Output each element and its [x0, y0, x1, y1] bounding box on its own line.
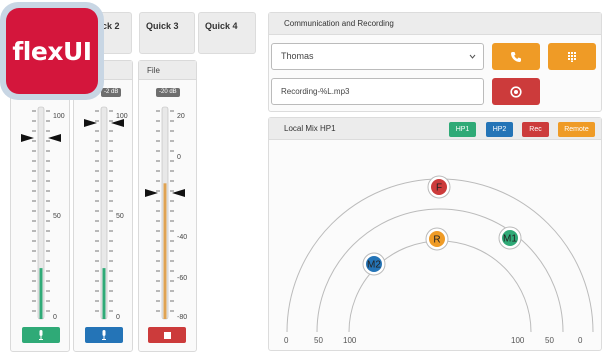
panel-title: Local Mix HP1	[269, 118, 601, 140]
channel-strip-1: 100 50 0	[10, 60, 70, 352]
call-button[interactable]	[492, 43, 540, 70]
axis-label: 100	[343, 336, 357, 345]
tab-quick-4[interactable]: Quick 4	[198, 12, 256, 54]
recording-filename-field[interactable]: Recording-%L.mp3	[271, 78, 484, 105]
mic-button-1[interactable]	[22, 327, 60, 343]
panel-title: Communication and Recording	[269, 13, 601, 35]
axis-label: 100	[511, 336, 525, 345]
fader-file[interactable]: 20 0 -40 -60 -80	[139, 101, 198, 326]
fader-1[interactable]: 100 50 0	[11, 101, 71, 326]
logo-mark: flexUI	[6, 8, 98, 94]
mic-icon	[102, 330, 106, 340]
fader-2[interactable]: 100 50 0	[74, 101, 134, 326]
strip-title: File	[139, 61, 196, 80]
channel-strip-2: -2 dB 100 50 0	[73, 60, 133, 352]
scale-label: 50	[116, 213, 124, 220]
scale-label: 100	[116, 113, 128, 120]
contact-select[interactable]: Thomas	[271, 43, 484, 70]
scale-label: 0	[116, 314, 120, 321]
hp1-button[interactable]: HP1	[449, 122, 476, 137]
phone-icon	[511, 51, 521, 62]
mic-icon	[39, 330, 43, 340]
scale-label: 100	[53, 113, 65, 120]
scale-label: 0	[177, 154, 181, 161]
stop-icon	[163, 331, 171, 339]
axis-label: 0	[284, 336, 289, 345]
scale-label: 0	[53, 314, 57, 321]
scale-label: -40	[177, 234, 187, 241]
local-mix-panel: Local Mix HP1 HP1 HP2 Rec Remote	[268, 117, 602, 351]
level-meter	[39, 268, 43, 319]
remote-button[interactable]: Remote	[558, 122, 595, 137]
level-meter	[163, 183, 167, 319]
axis-label: 0	[578, 336, 583, 345]
dialpad-button[interactable]	[548, 43, 596, 70]
channel-strip-file: File -20 dB 20 0 -40 -60 -80	[138, 60, 197, 352]
level-meter	[102, 268, 106, 319]
rec-button[interactable]: Rec	[522, 122, 549, 137]
scale-label: 20	[177, 113, 185, 120]
axis-label: 50	[314, 336, 323, 345]
gain-badge: -20 dB	[156, 88, 180, 97]
tab-quick-3[interactable]: Quick 3	[139, 12, 195, 54]
app-logo: flexUI	[0, 2, 104, 100]
scale-label: 50	[53, 213, 61, 220]
gain-badge: -2 dB	[101, 88, 122, 97]
chevron-down-icon	[469, 54, 476, 59]
stop-button[interactable]	[148, 327, 186, 343]
mic-button-2[interactable]	[85, 327, 123, 343]
scale-label: -60	[177, 275, 187, 282]
record-button[interactable]	[492, 78, 540, 105]
hp2-button[interactable]: HP2	[486, 122, 513, 137]
dialpad-icon	[568, 52, 576, 62]
record-icon	[510, 85, 522, 98]
scale-label: -80	[177, 314, 187, 321]
axis-label: 50	[545, 336, 554, 345]
